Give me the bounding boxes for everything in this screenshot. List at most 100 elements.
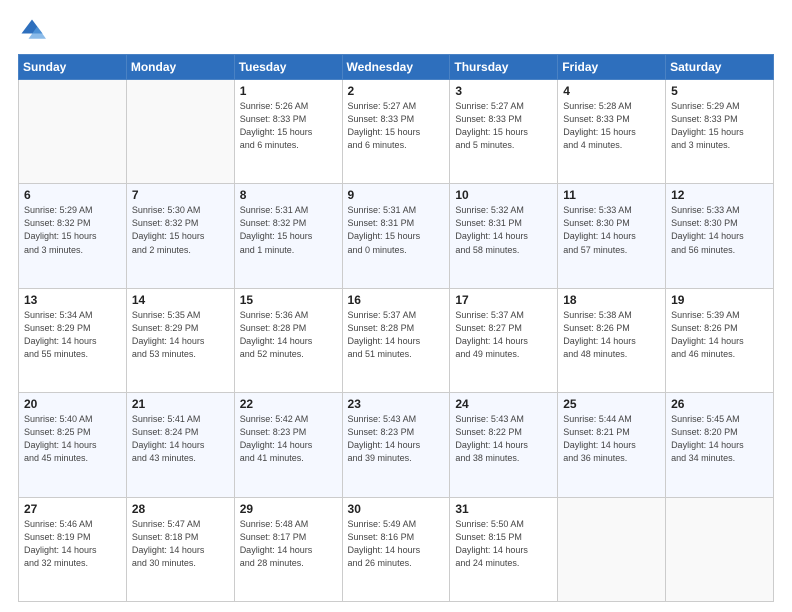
day-info: Sunrise: 5:36 AM Sunset: 8:28 PM Dayligh… xyxy=(240,309,337,361)
day-number: 17 xyxy=(455,293,552,307)
calendar-header-monday: Monday xyxy=(126,55,234,80)
day-number: 5 xyxy=(671,84,768,98)
calendar-cell: 27 Sunrise: 5:46 AM Sunset: 8:19 PM Dayli… xyxy=(19,497,127,601)
calendar-cell: 23 Sunrise: 5:43 AM Sunset: 8:23 PM Dayli… xyxy=(342,393,450,497)
day-number: 27 xyxy=(24,502,121,516)
day-info: Sunrise: 5:26 AM Sunset: 8:33 PM Dayligh… xyxy=(240,100,337,152)
calendar-cell: 9 Sunrise: 5:31 AM Sunset: 8:31 PM Daylig… xyxy=(342,184,450,288)
day-info: Sunrise: 5:33 AM Sunset: 8:30 PM Dayligh… xyxy=(671,204,768,256)
calendar-cell: 13 Sunrise: 5:34 AM Sunset: 8:29 PM Dayli… xyxy=(19,288,127,392)
day-info: Sunrise: 5:43 AM Sunset: 8:23 PM Dayligh… xyxy=(348,413,445,465)
calendar-cell: 21 Sunrise: 5:41 AM Sunset: 8:24 PM Dayli… xyxy=(126,393,234,497)
header xyxy=(18,16,774,44)
calendar-cell: 7Sunrise: 5:30 AM Sunset: 8:32 PM Daylig… xyxy=(126,184,234,288)
day-info: Sunrise: 5:28 AM Sunset: 8:33 PM Dayligh… xyxy=(563,100,660,152)
calendar-header-thursday: Thursday xyxy=(450,55,558,80)
calendar-cell: 16 Sunrise: 5:37 AM Sunset: 8:28 PM Dayli… xyxy=(342,288,450,392)
day-info: Sunrise: 5:46 AM Sunset: 8:19 PM Dayligh… xyxy=(24,518,121,570)
calendar-cell: 5 Sunrise: 5:29 AM Sunset: 8:33 PM Daylig… xyxy=(666,80,774,184)
logo xyxy=(18,16,50,44)
day-info: Sunrise: 5:31 AM Sunset: 8:32 PM Dayligh… xyxy=(240,204,337,256)
day-info: Sunrise: 5:41 AM Sunset: 8:24 PM Dayligh… xyxy=(132,413,229,465)
day-info: Sunrise: 5:47 AM Sunset: 8:18 PM Dayligh… xyxy=(132,518,229,570)
day-number: 29 xyxy=(240,502,337,516)
logo-icon xyxy=(18,16,46,44)
calendar-header-sunday: Sunday xyxy=(19,55,127,80)
calendar-cell: 24Sunrise: 5:43 AM Sunset: 8:22 PM Dayli… xyxy=(450,393,558,497)
day-info: Sunrise: 5:31 AM Sunset: 8:31 PM Dayligh… xyxy=(348,204,445,256)
day-number: 28 xyxy=(132,502,229,516)
page: SundayMondayTuesdayWednesdayThursdayFrid… xyxy=(0,0,792,612)
calendar-week-4: 20 Sunrise: 5:40 AM Sunset: 8:25 PM Dayli… xyxy=(19,393,774,497)
day-number: 13 xyxy=(24,293,121,307)
calendar-cell: 10Sunrise: 5:32 AM Sunset: 8:31 PM Dayli… xyxy=(450,184,558,288)
calendar-header-saturday: Saturday xyxy=(666,55,774,80)
day-number: 20 xyxy=(24,397,121,411)
calendar-cell: 8Sunrise: 5:31 AM Sunset: 8:32 PM Daylig… xyxy=(234,184,342,288)
day-info: Sunrise: 5:27 AM Sunset: 8:33 PM Dayligh… xyxy=(455,100,552,152)
calendar-cell xyxy=(126,80,234,184)
day-info: Sunrise: 5:40 AM Sunset: 8:25 PM Dayligh… xyxy=(24,413,121,465)
day-info: Sunrise: 5:34 AM Sunset: 8:29 PM Dayligh… xyxy=(24,309,121,361)
calendar-cell: 3 Sunrise: 5:27 AM Sunset: 8:33 PM Daylig… xyxy=(450,80,558,184)
calendar-cell: 12 Sunrise: 5:33 AM Sunset: 8:30 PM Dayli… xyxy=(666,184,774,288)
calendar-cell: 4 Sunrise: 5:28 AM Sunset: 8:33 PM Daylig… xyxy=(558,80,666,184)
day-number: 25 xyxy=(563,397,660,411)
calendar-week-1: 1 Sunrise: 5:26 AM Sunset: 8:33 PM Daylig… xyxy=(19,80,774,184)
day-number: 26 xyxy=(671,397,768,411)
day-number: 15 xyxy=(240,293,337,307)
calendar-cell: 29 Sunrise: 5:48 AM Sunset: 8:17 PM Dayli… xyxy=(234,497,342,601)
calendar-cell: 18 Sunrise: 5:38 AM Sunset: 8:26 PM Dayli… xyxy=(558,288,666,392)
calendar-cell: 26 Sunrise: 5:45 AM Sunset: 8:20 PM Dayli… xyxy=(666,393,774,497)
day-number: 31 xyxy=(455,502,552,516)
day-number: 18 xyxy=(563,293,660,307)
calendar-cell: 17Sunrise: 5:37 AM Sunset: 8:27 PM Dayli… xyxy=(450,288,558,392)
calendar-header-wednesday: Wednesday xyxy=(342,55,450,80)
day-info: Sunrise: 5:29 AM Sunset: 8:32 PM Dayligh… xyxy=(24,204,121,256)
calendar-cell xyxy=(558,497,666,601)
calendar-cell xyxy=(666,497,774,601)
day-number: 4 xyxy=(563,84,660,98)
day-number: 22 xyxy=(240,397,337,411)
day-number: 10 xyxy=(455,188,552,202)
day-number: 12 xyxy=(671,188,768,202)
calendar-cell: 22Sunrise: 5:42 AM Sunset: 8:23 PM Dayli… xyxy=(234,393,342,497)
day-info: Sunrise: 5:30 AM Sunset: 8:32 PM Dayligh… xyxy=(132,204,229,256)
day-number: 1 xyxy=(240,84,337,98)
day-info: Sunrise: 5:35 AM Sunset: 8:29 PM Dayligh… xyxy=(132,309,229,361)
day-info: Sunrise: 5:37 AM Sunset: 8:28 PM Dayligh… xyxy=(348,309,445,361)
calendar-week-5: 27 Sunrise: 5:46 AM Sunset: 8:19 PM Dayli… xyxy=(19,497,774,601)
day-info: Sunrise: 5:27 AM Sunset: 8:33 PM Dayligh… xyxy=(348,100,445,152)
day-number: 21 xyxy=(132,397,229,411)
calendar-header-tuesday: Tuesday xyxy=(234,55,342,80)
day-number: 9 xyxy=(348,188,445,202)
day-info: Sunrise: 5:33 AM Sunset: 8:30 PM Dayligh… xyxy=(563,204,660,256)
day-number: 14 xyxy=(132,293,229,307)
day-number: 16 xyxy=(348,293,445,307)
day-info: Sunrise: 5:45 AM Sunset: 8:20 PM Dayligh… xyxy=(671,413,768,465)
calendar-week-2: 6 Sunrise: 5:29 AM Sunset: 8:32 PM Daylig… xyxy=(19,184,774,288)
calendar-cell: 15 Sunrise: 5:36 AM Sunset: 8:28 PM Dayli… xyxy=(234,288,342,392)
day-number: 6 xyxy=(24,188,121,202)
day-info: Sunrise: 5:44 AM Sunset: 8:21 PM Dayligh… xyxy=(563,413,660,465)
calendar-cell: 20 Sunrise: 5:40 AM Sunset: 8:25 PM Dayli… xyxy=(19,393,127,497)
calendar-cell: 25 Sunrise: 5:44 AM Sunset: 8:21 PM Dayli… xyxy=(558,393,666,497)
day-info: Sunrise: 5:38 AM Sunset: 8:26 PM Dayligh… xyxy=(563,309,660,361)
calendar-cell: 1 Sunrise: 5:26 AM Sunset: 8:33 PM Daylig… xyxy=(234,80,342,184)
calendar-week-3: 13 Sunrise: 5:34 AM Sunset: 8:29 PM Dayli… xyxy=(19,288,774,392)
calendar-header-friday: Friday xyxy=(558,55,666,80)
day-number: 23 xyxy=(348,397,445,411)
day-info: Sunrise: 5:48 AM Sunset: 8:17 PM Dayligh… xyxy=(240,518,337,570)
calendar-header-row: SundayMondayTuesdayWednesdayThursdayFrid… xyxy=(19,55,774,80)
calendar-cell: 11 Sunrise: 5:33 AM Sunset: 8:30 PM Dayli… xyxy=(558,184,666,288)
calendar-cell xyxy=(19,80,127,184)
calendar-table: SundayMondayTuesdayWednesdayThursdayFrid… xyxy=(18,54,774,602)
day-info: Sunrise: 5:43 AM Sunset: 8:22 PM Dayligh… xyxy=(455,413,552,465)
day-info: Sunrise: 5:49 AM Sunset: 8:16 PM Dayligh… xyxy=(348,518,445,570)
day-info: Sunrise: 5:50 AM Sunset: 8:15 PM Dayligh… xyxy=(455,518,552,570)
day-number: 11 xyxy=(563,188,660,202)
day-info: Sunrise: 5:29 AM Sunset: 8:33 PM Dayligh… xyxy=(671,100,768,152)
day-number: 3 xyxy=(455,84,552,98)
day-info: Sunrise: 5:39 AM Sunset: 8:26 PM Dayligh… xyxy=(671,309,768,361)
day-number: 2 xyxy=(348,84,445,98)
